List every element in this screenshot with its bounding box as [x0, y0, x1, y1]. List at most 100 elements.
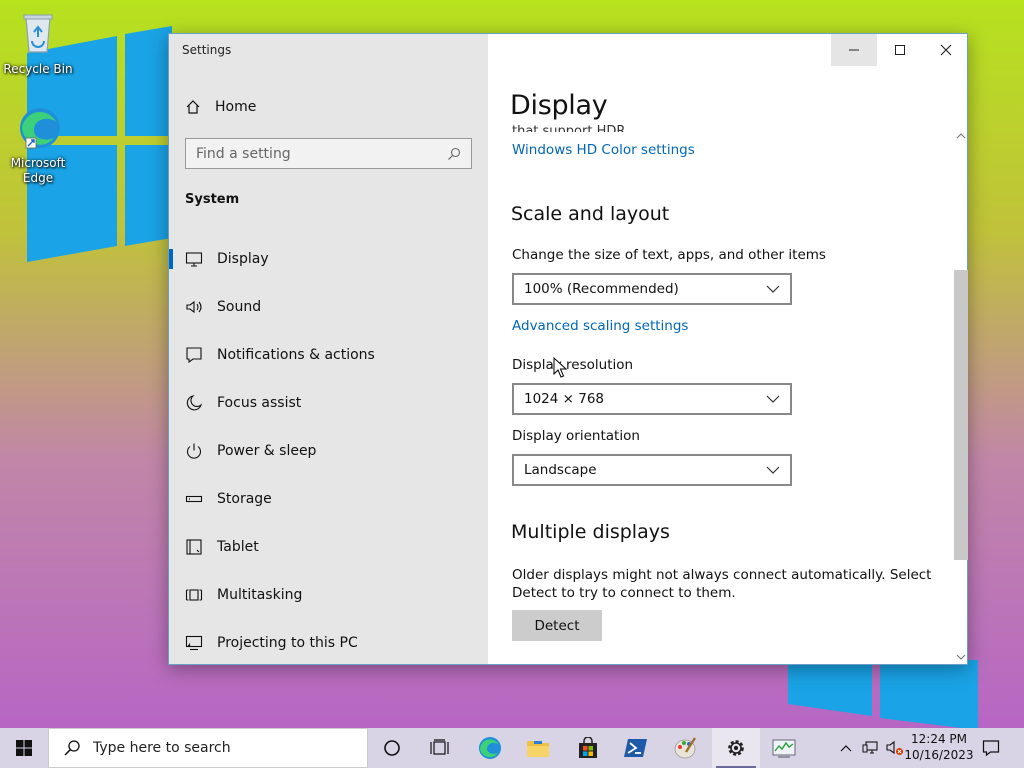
sidebar-item-label: Multitasking	[217, 587, 303, 603]
sidebar-item-label: Tablet	[217, 539, 259, 555]
chevron-down-icon	[956, 654, 966, 660]
scale-layout-heading: Scale and layout	[511, 203, 670, 225]
settings-window: Settings Home System Display Sound	[168, 33, 968, 665]
network-icon	[862, 741, 878, 754]
sidebar-item-label: Power & sleep	[217, 443, 317, 459]
moon-icon	[186, 395, 203, 411]
scroll-up-button[interactable]	[953, 129, 969, 143]
projecting-icon	[185, 635, 203, 651]
sidebar-nav: Display Sound Notifications & actions Fo…	[169, 235, 488, 667]
page-title: Display	[510, 90, 608, 121]
scale-label: Change the size of text, apps, and other…	[512, 247, 826, 263]
notification-icon	[982, 740, 1000, 757]
windows-logo-icon	[16, 740, 32, 756]
chevron-down-icon	[766, 395, 780, 403]
powershell-icon	[624, 739, 647, 757]
taskbar-paint[interactable]	[662, 728, 710, 768]
taskbar-clock[interactable]: 12:24 PM 10/16/2023	[904, 731, 974, 763]
scale-value: 100% (Recommended)	[524, 281, 679, 297]
action-center-button[interactable]	[976, 728, 1006, 768]
start-button[interactable]	[0, 728, 48, 768]
notification-icon	[186, 347, 202, 364]
show-hidden-icons-button[interactable]	[836, 728, 856, 768]
sidebar-item-projecting[interactable]: Projecting to this PC	[169, 619, 488, 667]
desktop-icon-microsoft-edge[interactable]: Microsoft Edge	[2, 104, 74, 186]
sidebar-item-notifications[interactable]: Notifications & actions	[169, 331, 488, 379]
windows-hd-color-link[interactable]: Windows HD Color settings	[512, 142, 695, 158]
sidebar-item-multitasking[interactable]: Multitasking	[169, 571, 488, 619]
task-manager-icon	[772, 739, 796, 758]
clock-time: 12:24 PM	[911, 732, 967, 746]
storage-icon	[185, 495, 203, 503]
volume-muted-icon	[886, 740, 903, 755]
taskbar: Type here to search 12:24 PM 10/16/2023	[0, 728, 1024, 768]
find-setting-input[interactable]	[196, 145, 426, 162]
sidebar-item-sound[interactable]: Sound	[169, 283, 488, 331]
network-status[interactable]	[860, 728, 882, 768]
chevron-down-icon	[766, 466, 780, 474]
windows-wallpaper-logo-fragment	[788, 660, 978, 730]
home-icon	[186, 100, 200, 114]
edge-icon	[479, 737, 501, 759]
sidebar-item-display[interactable]: Display	[169, 235, 488, 283]
sidebar-item-storage[interactable]: Storage	[169, 475, 488, 523]
sidebar-item-label: Display	[217, 251, 269, 267]
desktop-icon-label: Recycle Bin	[3, 62, 73, 76]
cortana-icon	[384, 740, 400, 756]
taskbar-settings[interactable]	[712, 728, 760, 768]
multiple-displays-description: Older displays might not always connect …	[512, 567, 932, 601]
desktop-icon-recycle-bin[interactable]: Recycle Bin	[2, 10, 74, 77]
volume-status[interactable]	[884, 728, 906, 768]
hdr-support-text: that support HDR	[512, 124, 626, 132]
display-settings-content: Display that support HDR Windows HD Colo…	[488, 34, 954, 664]
task-view-button[interactable]	[416, 728, 464, 768]
mouse-cursor-icon	[553, 357, 567, 378]
recycle-bin-icon	[23, 14, 53, 53]
sidebar-item-label: Projecting to this PC	[217, 635, 358, 651]
sidebar-item-tablet[interactable]: Tablet	[169, 523, 488, 571]
scale-dropdown[interactable]: 100% (Recommended)	[512, 273, 792, 305]
multiple-displays-heading: Multiple displays	[511, 521, 670, 543]
taskbar-powershell[interactable]	[612, 728, 660, 768]
sidebar-item-label: Sound	[217, 299, 262, 315]
clock-date: 10/16/2023	[904, 748, 974, 762]
search-icon	[64, 740, 80, 756]
multitasking-icon	[185, 589, 203, 601]
store-icon	[579, 737, 597, 758]
sidebar-item-label: Notifications & actions	[217, 347, 375, 363]
sidebar-item-focus-assist[interactable]: Focus assist	[169, 379, 488, 427]
cortana-button[interactable]	[368, 728, 416, 768]
advanced-scaling-link[interactable]: Advanced scaling settings	[512, 318, 688, 334]
detect-button[interactable]: Detect	[512, 610, 602, 641]
sidebar-section-label: System	[185, 192, 240, 207]
orientation-label: Display orientation	[512, 428, 640, 444]
sidebar-item-power-sleep[interactable]: Power & sleep	[169, 427, 488, 475]
taskbar-task-manager[interactable]	[760, 728, 808, 768]
chevron-up-icon	[840, 745, 852, 752]
scroll-thumb[interactable]	[954, 270, 968, 560]
taskbar-edge[interactable]	[466, 728, 514, 768]
desktop-icon-label: Microsoft Edge	[10, 156, 66, 185]
resolution-dropdown[interactable]: 1024 × 768	[512, 383, 792, 415]
paint-icon	[674, 737, 697, 759]
monitor-icon	[185, 252, 203, 267]
taskbar-search-placeholder: Type here to search	[93, 740, 231, 756]
edge-icon	[20, 108, 60, 149]
sidebar-home[interactable]: Home	[185, 94, 475, 120]
taskbar-file-explorer[interactable]	[514, 728, 562, 768]
resolution-label: Display resolution	[512, 357, 634, 373]
find-setting-search[interactable]	[185, 138, 472, 169]
sidebar-item-label: Focus assist	[217, 395, 302, 411]
scroll-down-button[interactable]	[953, 650, 969, 664]
speaker-icon	[186, 300, 202, 314]
orientation-dropdown[interactable]: Landscape	[512, 454, 792, 486]
power-icon	[186, 443, 202, 459]
sidebar: Settings Home System Display Sound	[169, 34, 488, 664]
taskbar-store[interactable]	[564, 728, 612, 768]
sidebar-item-label: Storage	[217, 491, 272, 507]
content-scrollbar[interactable]	[953, 129, 969, 664]
chevron-down-icon	[766, 285, 780, 293]
taskbar-search[interactable]: Type here to search	[48, 728, 368, 768]
tablet-icon	[186, 539, 202, 555]
folder-icon	[527, 741, 549, 757]
